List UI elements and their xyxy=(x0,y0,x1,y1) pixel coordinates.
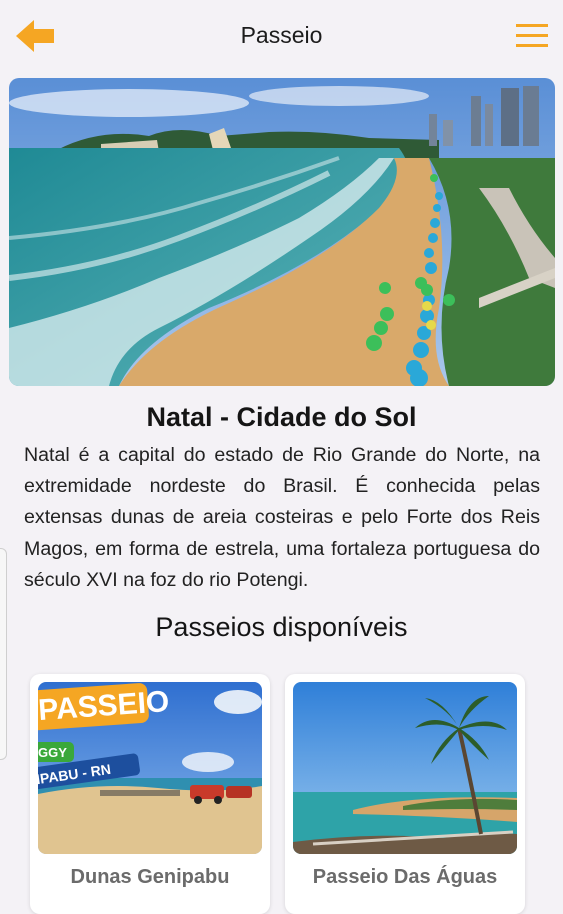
back-button[interactable] xyxy=(14,16,56,56)
arrow-left-icon xyxy=(16,20,54,52)
tour-thumbnail xyxy=(293,682,517,854)
tour-name: Passeio Das Águas xyxy=(312,866,498,888)
tour-card-dunas-genipabu[interactable]: PASSEIO GGY IPABU - RN Dunas Genipabu xyxy=(30,674,270,914)
hero-beach-image xyxy=(9,78,555,386)
page-title: Passeio xyxy=(240,21,323,48)
destination-title: Natal - Cidade do Sol xyxy=(146,402,417,432)
app-header: Passeio xyxy=(0,0,563,72)
side-edge-handle[interactable] xyxy=(0,548,7,760)
tour-thumbnail: PASSEIO GGY IPABU - RN xyxy=(38,682,262,854)
tour-name: Dunas Genipabu xyxy=(70,866,230,888)
tour-card-passeio-das-aguas[interactable]: Passeio Das Águas xyxy=(285,674,525,914)
menu-button[interactable] xyxy=(515,20,549,52)
destination-description: Natal é a capital do estado de Rio Grand… xyxy=(24,444,540,591)
thumb-tag-text: GGY xyxy=(38,745,67,760)
tours-section-title: Passeios disponíveis xyxy=(155,612,408,642)
hamburger-menu-icon xyxy=(516,24,548,47)
